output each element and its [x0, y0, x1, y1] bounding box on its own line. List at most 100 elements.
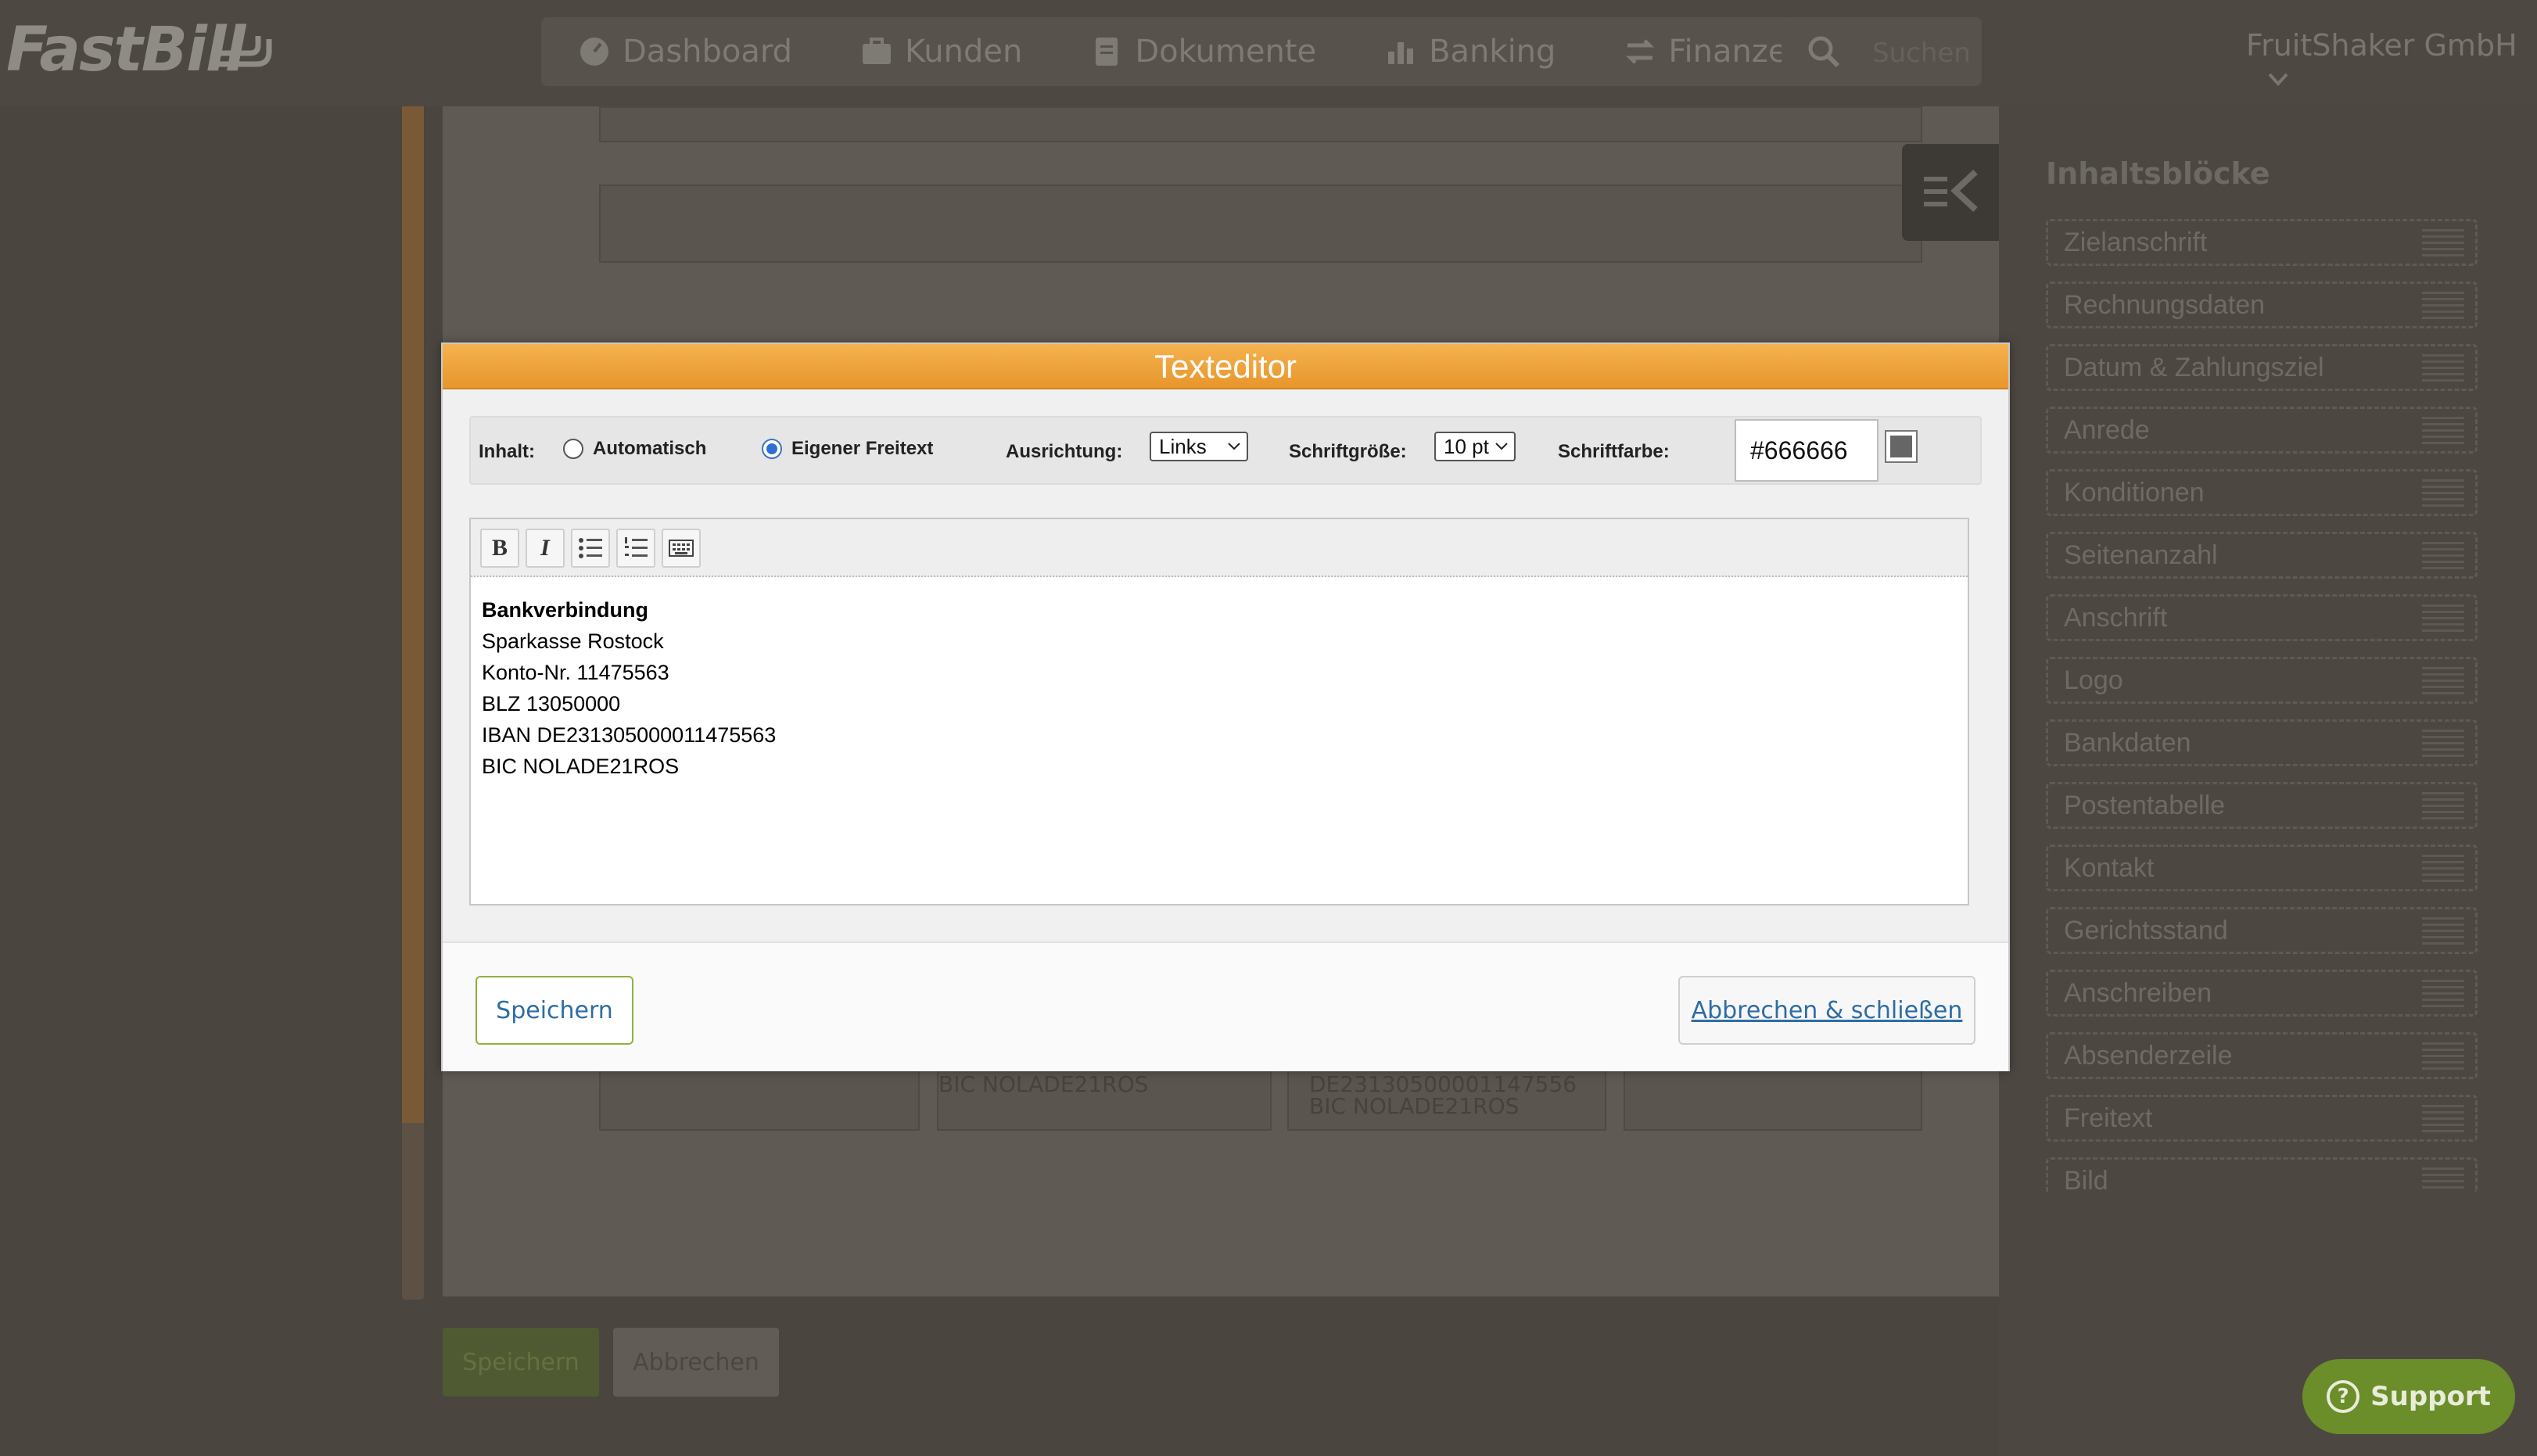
chevron-down-icon — [1495, 443, 1508, 450]
content-line: Bankverbindung — [482, 598, 649, 622]
fontsize-value: 10 pt — [1444, 435, 1489, 458]
color-swatch-icon — [1890, 436, 1912, 457]
save-button[interactable]: Speichern — [475, 976, 633, 1045]
block-label: Anrede — [2064, 415, 2150, 445]
alignment-value: Links — [1159, 435, 1207, 458]
bullet-list-button[interactable] — [571, 529, 610, 568]
left-scroll-rail[interactable] — [402, 106, 424, 1300]
help-icon: ? — [2327, 1380, 2360, 1413]
block-label: Konditionen — [2064, 478, 2205, 507]
block-item[interactable]: Seitenanzahl — [2046, 532, 2478, 579]
drag-handle-icon[interactable] — [2422, 667, 2464, 695]
drag-handle-icon[interactable] — [2422, 229, 2464, 257]
block-label: Anschreiben — [2064, 978, 2212, 1008]
numbered-list-button[interactable] — [616, 529, 655, 568]
settings-tab[interactable] — [1902, 242, 1999, 339]
inhalt-label: Inhalt: — [479, 441, 535, 462]
block-item[interactable]: Freitext — [2046, 1095, 2478, 1142]
block-item[interactable]: Zielanschrift — [2046, 219, 2478, 266]
panel-title: Inhaltsblöcke — [2046, 156, 2270, 191]
cancel-close-button[interactable]: Abbrechen & schließen — [1678, 976, 1975, 1045]
nav-item-dashboard[interactable]: Dashboard — [541, 17, 824, 86]
drag-handle-icon[interactable] — [2422, 292, 2464, 320]
block-item[interactable]: Bankdaten — [2046, 719, 2478, 766]
block-label: Logo — [2064, 665, 2123, 695]
content-line: IBAN DE23130500001147556‌3 — [482, 723, 777, 747]
nav-label-banking: Banking — [1429, 34, 1556, 70]
top-bar: FastBill Dashboard Kunden Dokumente Bank… — [0, 0, 2537, 106]
search-placeholder: Suchen — [1872, 38, 1971, 69]
radio-automatisch[interactable]: Automatisch — [563, 438, 706, 460]
block-label: Rechnungsdaten — [2064, 290, 2266, 320]
drag-handle-icon[interactable] — [2422, 604, 2464, 633]
dashboard-icon — [580, 38, 608, 66]
drag-handle-icon[interactable] — [2422, 980, 2464, 1008]
block-item[interactable]: Gerichtsstand — [2046, 907, 2478, 954]
bullet-list-icon — [579, 538, 602, 558]
block-item[interactable]: Anrede — [2046, 407, 2478, 454]
drag-handle-icon[interactable] — [2422, 1105, 2464, 1133]
modal-title: Texteditor — [443, 344, 2008, 389]
block-label: Bild — [2064, 1166, 2108, 1196]
fontsize-select[interactable]: 10 pt — [1434, 432, 1516, 461]
drag-handle-icon[interactable] — [2422, 479, 2464, 507]
drag-handle-icon[interactable] — [2422, 417, 2464, 445]
editor-toolbar: B I — [471, 519, 1968, 577]
search-box[interactable]: Suchen — [1782, 17, 1982, 86]
options-bar: Inhalt: Automatisch Eigener Freitext Aus… — [469, 416, 1982, 485]
content-line: BLZ 13050000 — [482, 692, 621, 715]
alignment-select[interactable]: Links — [1150, 432, 1248, 461]
drag-handle-icon[interactable] — [2422, 1167, 2464, 1189]
gear-icon — [1926, 273, 1977, 310]
bg-text: BIC NOLADE21ROS — [1309, 1093, 1520, 1119]
nav-label-kunden: Kunden — [905, 34, 1023, 70]
block-item[interactable]: Kontakt — [2046, 845, 2478, 891]
blocks-panel-tab[interactable] — [1902, 144, 1999, 241]
block-item[interactable]: Rechnungsdaten — [2046, 282, 2478, 328]
keyboard-icon — [669, 540, 694, 557]
bar-chart-icon — [1388, 42, 1414, 64]
block-label: Anschrift — [2064, 603, 2168, 633]
block-label: Absenderzeile — [2064, 1041, 2233, 1070]
company-switcher[interactable]: FruitShaker GmbH — [2246, 28, 2537, 97]
fontcolor-input[interactable]: #666666 — [1735, 419, 1879, 482]
block-item[interactable]: Konditionen — [2046, 469, 2478, 516]
block-item[interactable]: Anschrift — [2046, 594, 2478, 641]
color-picker-button[interactable] — [1885, 430, 1918, 463]
drag-handle-icon[interactable] — [2422, 917, 2464, 945]
block-item[interactable]: Absenderzeile — [2046, 1032, 2478, 1079]
drag-handle-icon[interactable] — [2422, 855, 2464, 883]
drag-handle-icon[interactable] — [2422, 730, 2464, 758]
page-save-button[interactable]: Speichern — [443, 1328, 599, 1397]
editor-content[interactable]: Bankverbindung Sparkasse Rostock Konto-N… — [482, 594, 776, 782]
bg-field — [1624, 1068, 1922, 1131]
block-item[interactable]: Datum & Zahlungsziel — [2046, 344, 2478, 391]
drag-handle-icon[interactable] — [2422, 542, 2464, 570]
drag-handle-icon[interactable] — [2422, 792, 2464, 820]
block-item[interactable]: Bild — [2046, 1157, 2478, 1196]
nav-item-kunden[interactable]: Kunden — [824, 17, 1053, 86]
keyboard-button[interactable] — [662, 529, 701, 568]
nav-item-banking[interactable]: Banking — [1347, 17, 1587, 86]
block-item[interactable]: Logo — [2046, 657, 2478, 704]
block-item[interactable]: Anschreiben — [2046, 970, 2478, 1017]
modal-footer: Speichern Abbrechen & schließen — [443, 941, 2008, 1071]
search-icon — [1808, 36, 1840, 68]
bg-text: BIC NOLADE21ROS — [938, 1071, 1149, 1097]
block-label: Gerichtsstand — [2064, 916, 2228, 945]
page-cancel-button[interactable]: Abbrechen — [613, 1328, 779, 1397]
nav-item-dokumente[interactable]: Dokumente — [1053, 17, 1347, 86]
content-line: BIC NOLADE21ROS — [482, 755, 680, 778]
italic-button[interactable]: I — [526, 529, 565, 568]
block-item[interactable]: Postentabelle — [2046, 782, 2478, 829]
radio-circle-selected[interactable] — [762, 439, 782, 459]
radio-circle[interactable] — [563, 439, 583, 459]
bold-button[interactable]: B — [480, 529, 519, 568]
nav-label-dokumente: Dokumente — [1135, 34, 1317, 70]
chevron-down-icon — [2268, 73, 2288, 86]
drag-handle-icon[interactable] — [2422, 354, 2464, 382]
support-button[interactable]: ? Support — [2302, 1359, 2515, 1434]
rich-text-editor[interactable]: B I Bankverbindung Sparkasse Rostock Kon… — [469, 518, 1969, 906]
radio-eigener-freitext[interactable]: Eigener Freitext — [762, 438, 933, 460]
drag-handle-icon[interactable] — [2422, 1042, 2464, 1070]
